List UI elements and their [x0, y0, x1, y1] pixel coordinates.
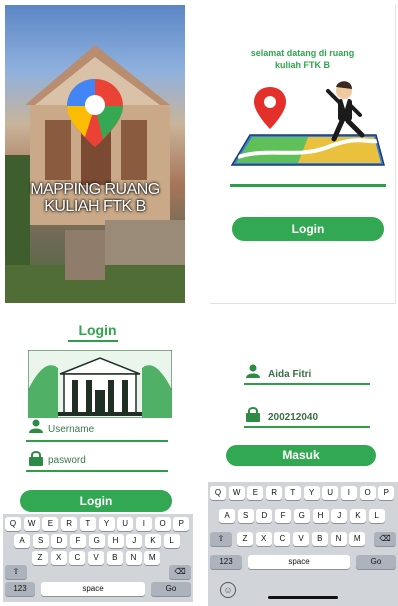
- key-h[interactable]: H: [312, 509, 329, 523]
- key-a[interactable]: A: [14, 534, 30, 548]
- key-q[interactable]: Q: [210, 486, 226, 500]
- numbers-key[interactable]: 123: [5, 582, 35, 596]
- key-l[interactable]: L: [163, 534, 180, 548]
- key-p[interactable]: P: [173, 517, 190, 531]
- key-x[interactable]: X: [50, 551, 67, 565]
- key-a[interactable]: A: [219, 509, 235, 523]
- login-title: Login: [78, 322, 117, 338]
- welcome-screen: selamat datang di ruang kuliah FTK B Log…: [210, 5, 396, 304]
- key-p[interactable]: P: [378, 486, 395, 500]
- key-i[interactable]: I: [135, 517, 152, 531]
- key-d[interactable]: D: [51, 534, 68, 548]
- key-u[interactable]: U: [117, 517, 134, 531]
- key-e[interactable]: E: [42, 517, 59, 531]
- key-x[interactable]: X: [255, 532, 272, 546]
- lock-icon: [246, 407, 260, 422]
- campus-illustration: [28, 350, 172, 418]
- username-underline: [26, 440, 168, 442]
- key-i[interactable]: I: [340, 486, 357, 500]
- key-t[interactable]: T: [79, 517, 96, 531]
- campus-building-photo: [5, 45, 185, 303]
- key-f[interactable]: F: [70, 534, 87, 548]
- login-title-underline: [68, 340, 118, 342]
- numbers-key[interactable]: 123: [210, 555, 242, 569]
- map-illustration: [230, 81, 385, 166]
- key-c[interactable]: C: [274, 532, 291, 546]
- key-v[interactable]: V: [88, 551, 105, 565]
- emoji-icon[interactable]: ☺: [220, 582, 236, 598]
- key-y[interactable]: Y: [98, 517, 115, 531]
- go-key[interactable]: Go: [356, 555, 396, 569]
- username-field[interactable]: Aida Fitri: [268, 369, 311, 380]
- welcome-login-button[interactable]: Login: [232, 217, 384, 241]
- key-u[interactable]: U: [322, 486, 339, 500]
- key-r[interactable]: R: [61, 517, 78, 531]
- key-o[interactable]: O: [359, 486, 376, 500]
- masuk-button[interactable]: Masuk: [226, 445, 376, 466]
- shift-key[interactable]: ⇧: [210, 532, 232, 546]
- key-l[interactable]: L: [368, 509, 385, 523]
- welcome-heading-line1: selamat datang di ruang: [250, 48, 355, 58]
- keyboard: ⇧ ⌫ 123 space Go QWERTYUIOP ASDFGHJKL ZXCV…: [3, 514, 193, 602]
- username-underline: [244, 383, 370, 385]
- filled-login-screen: Aida Fitri 200212040 Masuk ⇧ ⌫ 123 space…: [208, 312, 398, 606]
- key-j[interactable]: J: [331, 509, 348, 523]
- home-indicator: [268, 596, 338, 599]
- key-y[interactable]: Y: [303, 486, 320, 500]
- splash-title-line1: MAPPING RUANG: [30, 181, 160, 198]
- key-w[interactable]: W: [228, 486, 245, 500]
- welcome-heading: selamat datang di ruang kuliah FTK B: [210, 47, 395, 71]
- login-screen: Login Username pasword Login ⇧ ⌫ 123 spa…: [0, 312, 195, 606]
- user-icon: [246, 364, 260, 378]
- username-input[interactable]: Username: [48, 424, 94, 435]
- go-key[interactable]: Go: [151, 582, 191, 596]
- key-t[interactable]: T: [284, 486, 301, 500]
- key-k[interactable]: K: [144, 534, 161, 548]
- user-icon: [29, 419, 43, 433]
- login-button[interactable]: Login: [20, 490, 172, 512]
- key-f[interactable]: F: [275, 509, 292, 523]
- key-s[interactable]: S: [32, 534, 49, 548]
- key-g[interactable]: G: [88, 534, 105, 548]
- key-j[interactable]: J: [126, 534, 143, 548]
- key-h[interactable]: H: [107, 534, 124, 548]
- key-z[interactable]: Z: [32, 551, 48, 565]
- password-underline: [26, 470, 168, 472]
- key-v[interactable]: V: [293, 532, 310, 546]
- key-r[interactable]: R: [266, 486, 283, 500]
- password-underline: [244, 426, 370, 428]
- shift-key[interactable]: ⇧: [5, 565, 27, 579]
- space-key[interactable]: space: [41, 582, 145, 596]
- space-key[interactable]: space: [248, 555, 350, 569]
- lock-icon: [29, 451, 43, 466]
- key-n[interactable]: N: [330, 532, 347, 546]
- welcome-divider: [230, 184, 386, 187]
- password-input[interactable]: pasword: [48, 455, 86, 466]
- key-k[interactable]: K: [349, 509, 366, 523]
- splash-title: MAPPING RUANG KULIAH FTK B: [5, 181, 185, 215]
- key-o[interactable]: O: [154, 517, 171, 531]
- key-q[interactable]: Q: [5, 517, 21, 531]
- key-g[interactable]: G: [293, 509, 310, 523]
- welcome-heading-line2: kuliah FTK B: [274, 60, 330, 70]
- key-c[interactable]: C: [69, 551, 86, 565]
- key-z[interactable]: Z: [237, 532, 253, 546]
- keyboard: ⇧ ⌫ 123 space Go ☺ QWERTYUIOP ASDFGHJKL ZX…: [208, 482, 398, 606]
- key-m[interactable]: M: [349, 532, 366, 546]
- key-b[interactable]: B: [311, 532, 328, 546]
- password-field[interactable]: 200212040: [268, 412, 318, 423]
- key-b[interactable]: B: [106, 551, 123, 565]
- splash-title-line2: KULIAH FTK B: [44, 198, 146, 215]
- splash-screen: MAPPING RUANG KULIAH FTK B: [5, 5, 185, 303]
- key-w[interactable]: W: [23, 517, 40, 531]
- key-s[interactable]: S: [237, 509, 254, 523]
- maps-logo-icon: [67, 79, 123, 147]
- backspace-key[interactable]: ⌫: [374, 532, 396, 546]
- key-e[interactable]: E: [247, 486, 264, 500]
- backspace-key[interactable]: ⌫: [169, 565, 191, 579]
- key-d[interactable]: D: [256, 509, 273, 523]
- key-m[interactable]: M: [144, 551, 161, 565]
- key-n[interactable]: N: [125, 551, 142, 565]
